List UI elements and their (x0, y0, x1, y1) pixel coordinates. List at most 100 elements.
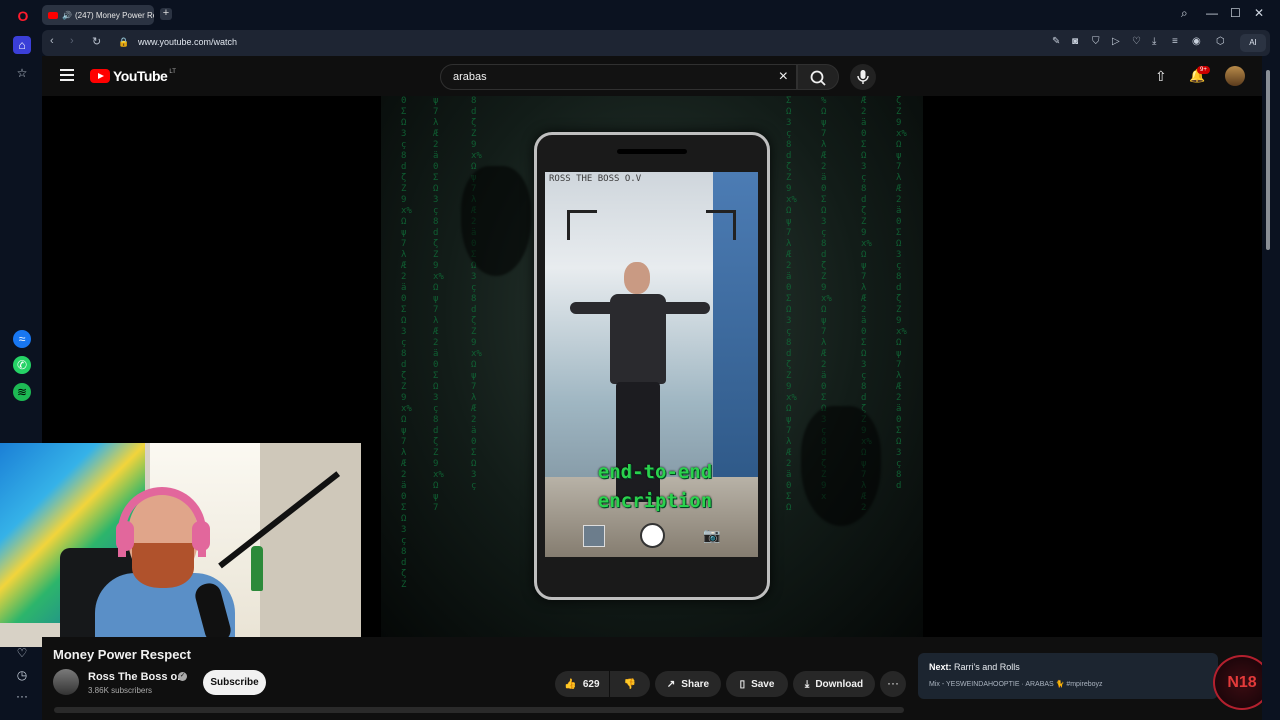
save-label: Save (751, 678, 775, 690)
person-body (610, 294, 666, 384)
address-field-container: ‹ › ↻ 🔒 www.youtube.com/watch ✎ ◙ ⛉ ▷ ♡ … (42, 30, 1270, 56)
lock-icon[interactable]: 🔒 (118, 37, 129, 48)
more-actions-button[interactable]: ··· (880, 671, 906, 697)
search-button[interactable] (797, 64, 839, 90)
notification-badge: 9+ (1197, 66, 1210, 74)
back-icon[interactable]: ‹ (50, 35, 54, 47)
description-strip (54, 707, 904, 713)
home-icon[interactable]: ⌂ (13, 36, 31, 54)
subscribe-button[interactable]: Subscribe (203, 670, 266, 695)
browser-tab-active[interactable]: 🔊 (247) Money Power Re (42, 5, 154, 25)
youtube-wordmark: YouTube (113, 68, 168, 84)
more-icon[interactable]: ··· (13, 687, 31, 705)
bookmarks-star-icon[interactable]: ☆ (13, 64, 31, 82)
next-prefix: Next: (929, 662, 952, 672)
share-button[interactable]: ↗ Share (655, 671, 721, 697)
save-button[interactable]: ▯ Save (726, 671, 788, 697)
up-next-card[interactable]: Next: Rarri's and Rolls Mix - YESWEINDAH… (918, 653, 1218, 699)
edit-icon[interactable]: ✎ (1052, 36, 1060, 47)
menu-icon[interactable]: ≡ (1172, 36, 1178, 47)
messenger-icon[interactable]: ≈ (13, 330, 31, 348)
download-icon[interactable]: ⤓ (1152, 36, 1156, 47)
share-label: Share (681, 678, 710, 690)
shadow-hand-left (461, 166, 531, 276)
extensions-icon[interactable]: ⬡ (1216, 36, 1225, 47)
search-input[interactable]: arabas × (440, 64, 797, 90)
voice-search-button[interactable] (850, 64, 876, 90)
channel-name[interactable]: Ross The Boss o.v (88, 671, 186, 683)
country-code: LT (169, 69, 176, 75)
account-avatar[interactable] (1225, 66, 1245, 86)
camera-icon[interactable]: ◙ (1072, 36, 1078, 47)
headphone-earcup-left (116, 521, 134, 551)
minimize-icon[interactable]: — (1206, 6, 1218, 20)
like-button[interactable]: 👍 629 (555, 671, 609, 697)
camera-controls: 📷 (545, 523, 758, 549)
search-icon (810, 70, 826, 86)
up-next-title: Next: Rarri's and Rolls (929, 662, 1020, 672)
youtube-header: YouTube LT arabas × ⇧ 🔔 9+ (42, 56, 1262, 96)
download-arrow-icon: ⤓ (804, 678, 810, 690)
opera-logo-icon[interactable]: O (14, 7, 32, 25)
page-scrollbar[interactable] (1262, 56, 1280, 720)
caption-line-2: encription (597, 490, 713, 512)
phone-watermark: ROSS THE BOSS O.V (549, 174, 642, 184)
forward-icon[interactable]: › (70, 35, 74, 47)
youtube-favicon-icon (48, 11, 58, 19)
thumbs-up-icon: 👍 (564, 678, 577, 690)
search-query: arabas (453, 71, 487, 83)
download-label: Download (815, 678, 864, 690)
caption-line-1: end-to-end (597, 461, 713, 483)
download-button[interactable]: ⤓ Download (793, 671, 875, 697)
verified-check-icon: ✓ (178, 672, 187, 681)
phone-illustration: ROSS THE BOSS O.V end-to-end encription … (534, 132, 770, 600)
next-video-title: Rarri's and Rolls (954, 662, 1020, 672)
viewfinder-corner (706, 210, 736, 240)
matrix-rain-column: ζZ9x%Ωψ7λÆ2ä0ΣΩ3ç8dζZ9x%Ωψ7λÆ2ä0ΣΩ3ç8d (896, 96, 907, 491)
scrollbar-thumb[interactable] (1266, 70, 1270, 250)
favorite-heart-icon[interactable]: ♡ (1132, 36, 1141, 47)
tab-title: (247) Money Power Re (74, 10, 154, 20)
bookmark-icon: ▯ (739, 678, 746, 690)
youtube-play-icon (90, 69, 110, 83)
shield-icon[interactable]: ⛉ (1092, 36, 1100, 47)
person-head (624, 262, 650, 294)
share-icon: ↗ (666, 678, 676, 690)
hamburger-menu-icon[interactable] (60, 69, 74, 81)
speaker-icon[interactable]: 🔊 (62, 11, 72, 20)
like-count: 629 (582, 678, 600, 690)
profile-icon[interactable]: ◉ (1192, 36, 1201, 47)
new-tab-button[interactable]: + (160, 8, 172, 20)
close-window-icon[interactable]: ✕ (1254, 6, 1264, 20)
microphone-icon (857, 70, 869, 84)
shadow-hand-right (801, 406, 881, 526)
whatsapp-icon[interactable]: ✆ (13, 356, 31, 374)
room-wall (260, 443, 361, 647)
subscriber-count: 3.86K subscribers (88, 686, 153, 695)
play-icon[interactable]: ▷ (1112, 36, 1120, 47)
maximize-icon[interactable]: ☐ (1230, 6, 1241, 20)
viewfinder-corner (567, 210, 597, 240)
matrix-rain-column: 0ΣΩ3ç8dζZ9x%Ωψ7λÆ2ä0ΣΩ3ç8dζZ9x%Ωψ7λÆ2ä0Σ… (401, 96, 412, 590)
reload-icon[interactable]: ↻ (92, 35, 101, 48)
tab-search-icon[interactable]: ⌕ (1181, 6, 1188, 21)
youtube-logo[interactable]: YouTube LT (90, 68, 176, 84)
url-text[interactable]: www.youtube.com/watch (138, 37, 237, 47)
ai-button[interactable]: AI (1240, 34, 1266, 52)
spotify-icon[interactable]: ≋ (13, 383, 31, 401)
shutter-button-icon (640, 523, 665, 548)
phone-speaker (617, 149, 687, 154)
browser-tabbar: O 🔊 (247) Money Power Re + ⌕ — ☐ ✕ (0, 0, 1280, 30)
history-clock-icon[interactable]: ◷ (13, 666, 31, 684)
address-bar: ‹ › ↻ 🔒 www.youtube.com/watch ✎ ◙ ⛉ ▷ ♡ … (42, 30, 1280, 56)
dislike-button[interactable]: 👎 (610, 671, 650, 697)
up-next-subtitle: Mix - YESWEINDAHOOPTIE · ARABAS 🐈 #mpire… (929, 681, 1103, 688)
thumbs-down-icon: 👎 (623, 678, 637, 690)
channel-avatar[interactable] (53, 669, 79, 695)
clear-search-icon[interactable]: × (779, 68, 788, 86)
headphone-earcup-right (192, 521, 210, 551)
matrix-rain-column: ψ7λÆ2ä0ΣΩ3ç8dζZ9x%Ωψ7λÆ2ä0ΣΩ3ç8dζZ9x%Ωψ7 (433, 96, 444, 513)
matrix-rain-column: 8dζZ9x%Ωψ7λÆ2ä0ΣΩ3ç8dζZ9x%Ωψ7λÆ2ä0ΣΩ3ç (471, 96, 482, 491)
webcam-overlay (0, 443, 361, 647)
upload-icon[interactable]: ⇧ (1155, 68, 1167, 85)
